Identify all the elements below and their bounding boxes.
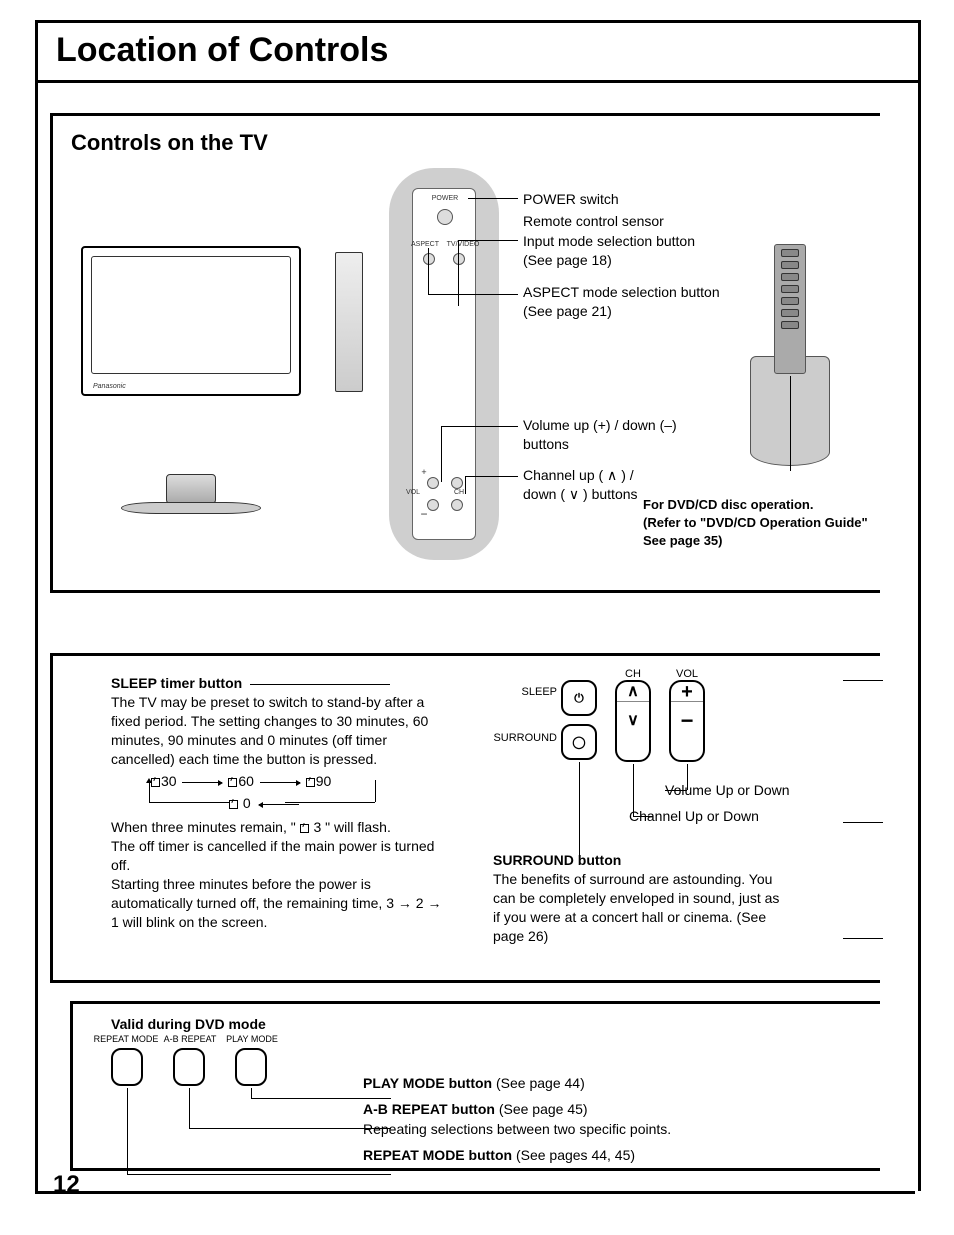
tv-illustration: Panasonic (81, 246, 331, 456)
sleep-button-icon: ⏻ (561, 680, 597, 716)
timer-cycle: 30 60 90 0 (151, 772, 451, 814)
surround-heading: SURROUND button (493, 852, 621, 868)
tv-section-heading: Controls on the TV (71, 130, 880, 156)
surround-block: SURROUND button The benefits of surround… (493, 851, 783, 945)
dvd-side-illustration (740, 236, 840, 466)
title-bar: Location of Controls (35, 20, 921, 80)
vol-label: VOL (399, 489, 427, 496)
vol-down-icon (427, 499, 439, 511)
remote-sensor-callout: Remote control sensor (523, 212, 773, 231)
ch-up-icon (451, 477, 463, 489)
sleep-body1: The TV may be preset to switch to stand-… (111, 694, 428, 767)
vol-text: Volume Up or Down (665, 782, 865, 798)
surround-button-icon: ◯ (561, 724, 597, 760)
control-panel-zoom: POWER ASPECT TV/VIDEO VOL CH + − (389, 168, 499, 560)
tvvideo-button-icon (453, 253, 465, 265)
dvd-heading: Valid during DVD mode (111, 1016, 880, 1032)
volume-callout: Volume up (+) / down (–) buttons (523, 416, 773, 454)
tv-controls-section: Controls on the TV Panasonic POWER AS (50, 113, 880, 593)
sleep-body4: Starting three minutes before the power … (111, 875, 451, 932)
aspect-button-icon (423, 253, 435, 265)
ch-btn-label: CH (615, 668, 651, 680)
aspect-mode-callout: ASPECT mode selection button (See page 2… (523, 283, 773, 321)
repeat-mode-label: REPEAT MODE (91, 1034, 161, 1044)
play-mode-callout: PLAY MODE button (See page 44) (363, 1074, 585, 1094)
input-mode-callout: Input mode selection button (See page 18… (523, 232, 773, 270)
play-mode-button-icon (235, 1048, 267, 1086)
repeat-mode-button-icon (111, 1048, 143, 1086)
ab-repeat-button-icon (173, 1048, 205, 1086)
play-mode-label: PLAY MODE (217, 1034, 287, 1044)
ab-repeat-label: A-B REPEAT (155, 1034, 225, 1044)
tvvideo-label: TV/VIDEO (443, 241, 483, 248)
sleep-btn-label: SLEEP (507, 686, 557, 698)
dvd-mode-section: Valid during DVD mode REPEAT MODE A-B RE… (70, 1001, 880, 1171)
power-callout: POWER switch (523, 190, 773, 209)
ch-buttons-icon: ∧ ∨ (615, 680, 651, 762)
ch-label: CH (449, 489, 469, 496)
remote-section: SLEEP timer button The TV may be preset … (50, 653, 880, 983)
remote-button-cluster: SLEEP ⏻ SURROUND ◯ CH ∧ ∨ VOL + − (503, 674, 763, 824)
aspect-label: ASPECT (405, 241, 445, 248)
sleep-timer-block: SLEEP timer button The TV may be preset … (111, 674, 451, 932)
ch-text: Channel Up or Down (629, 808, 829, 824)
vol-buttons-icon: + − (669, 680, 705, 762)
power-button-icon (437, 209, 453, 225)
sleep-body2: When three minutes remain, " 3 " will fl… (111, 818, 451, 837)
surround-body: The benefits of surround are astounding.… (493, 871, 779, 944)
vol-up-icon (427, 477, 439, 489)
page-number: 12 (53, 1171, 80, 1199)
repeat-mode-callout: REPEAT MODE button (See pages 44, 45) (363, 1146, 635, 1166)
sleep-heading: SLEEP timer button (111, 675, 242, 691)
page-title: Location of Controls (56, 31, 900, 70)
ab-repeat-callout: A-B REPEAT button (See page 45) Repeatin… (363, 1100, 783, 1139)
ch-down-icon (451, 499, 463, 511)
surround-btn-label: SURROUND (481, 732, 557, 744)
dvd-note: For DVD/CD disc operation. (Refer to "DV… (643, 496, 868, 551)
sleep-body3: The off timer is cancelled if the main p… (111, 837, 451, 875)
power-label: POWER (415, 195, 475, 202)
vol-btn-label: VOL (669, 668, 705, 680)
